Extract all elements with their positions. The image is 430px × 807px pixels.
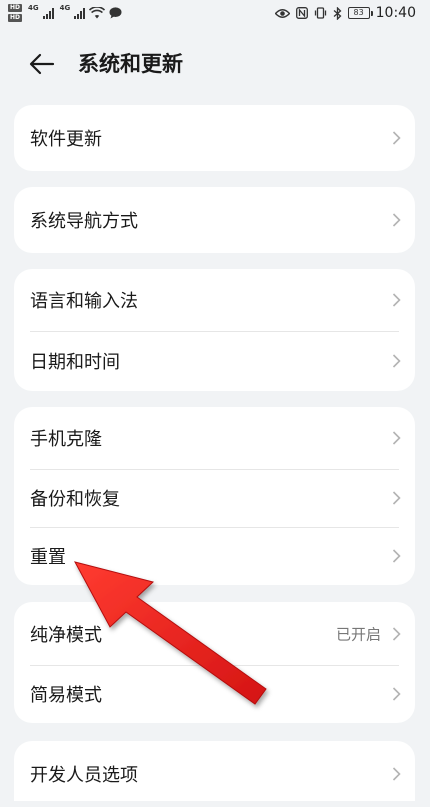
language-input-item[interactable]: 语言和输入法 — [14, 269, 415, 331]
settings-group-4: 手机克隆 备份和恢复 重置 — [14, 407, 415, 585]
settings-group-5: 纯净模式 已开启 简易模式 — [14, 602, 415, 723]
message-icon — [109, 7, 122, 19]
bluetooth-icon — [333, 6, 342, 20]
clock: 10:40 — [375, 5, 416, 21]
page-title: 系统和更新 — [78, 52, 183, 76]
row-label: 日期和时间 — [30, 352, 120, 373]
nfc-icon — [295, 7, 308, 19]
row-label: 软件更新 — [30, 129, 102, 150]
chevron-right-icon — [392, 131, 401, 145]
backup-restore-item[interactable]: 备份和恢复 — [14, 469, 415, 527]
chevron-right-icon — [392, 431, 401, 445]
settings-group-6: 开发人员选项 — [14, 741, 415, 801]
chevron-right-icon — [392, 767, 401, 781]
row-label: 手机克隆 — [30, 429, 102, 450]
row-label: 语言和输入法 — [30, 291, 138, 312]
row-label: 纯净模式 — [30, 624, 102, 646]
row-label: 备份和恢复 — [30, 489, 120, 510]
network-type-2: 4G — [59, 4, 71, 12]
chevron-right-icon — [392, 491, 401, 505]
signal-icon — [74, 7, 86, 19]
row-label: 系统导航方式 — [30, 211, 138, 232]
battery-level: 83 — [353, 8, 364, 17]
hd-badge-2: HD — [8, 14, 23, 22]
signal-icon — [42, 7, 54, 19]
row-label: 重置 — [30, 547, 66, 568]
vibrate-icon — [314, 7, 326, 19]
battery-icon: 83 — [347, 7, 373, 19]
title-bar: 系统和更新 — [0, 40, 430, 88]
reset-item[interactable]: 重置 — [14, 527, 415, 585]
chevron-right-icon — [392, 354, 401, 368]
pure-mode-item[interactable]: 纯净模式 已开启 — [14, 602, 415, 665]
eye-icon — [274, 8, 290, 18]
row-label: 简易模式 — [30, 685, 102, 706]
status-right: 83 10:40 — [274, 5, 416, 21]
back-arrow-icon[interactable] — [26, 50, 56, 78]
chevron-right-icon — [392, 549, 401, 563]
phone-clone-item[interactable]: 手机克隆 — [14, 407, 415, 469]
software-update-item[interactable]: 软件更新 — [14, 105, 415, 171]
developer-options-item[interactable]: 开发人员选项 — [14, 741, 415, 807]
hd-badges: HD HD — [8, 4, 23, 22]
wifi-icon — [89, 7, 106, 19]
settings-group-1: 软件更新 — [14, 105, 415, 171]
system-navigation-item[interactable]: 系统导航方式 — [14, 187, 415, 253]
status-bar: HD HD 4G 4G 83 10:40 — [0, 0, 430, 30]
chevron-right-icon — [392, 687, 401, 701]
settings-group-2: 系统导航方式 — [14, 187, 415, 253]
settings-group-3: 语言和输入法 日期和时间 — [14, 269, 415, 391]
status-left: HD HD 4G 4G — [8, 4, 122, 22]
network-type-1: 4G — [28, 4, 39, 12]
row-label: 开发人员选项 — [30, 765, 138, 786]
date-time-item[interactable]: 日期和时间 — [14, 331, 415, 391]
chevron-right-icon — [392, 626, 401, 641]
chevron-right-icon — [392, 293, 401, 307]
hd-badge-1: HD — [8, 4, 23, 12]
simple-mode-item[interactable]: 简易模式 — [14, 665, 415, 723]
chevron-right-icon — [392, 213, 401, 227]
pure-mode-status: 已开启 — [335, 625, 381, 643]
